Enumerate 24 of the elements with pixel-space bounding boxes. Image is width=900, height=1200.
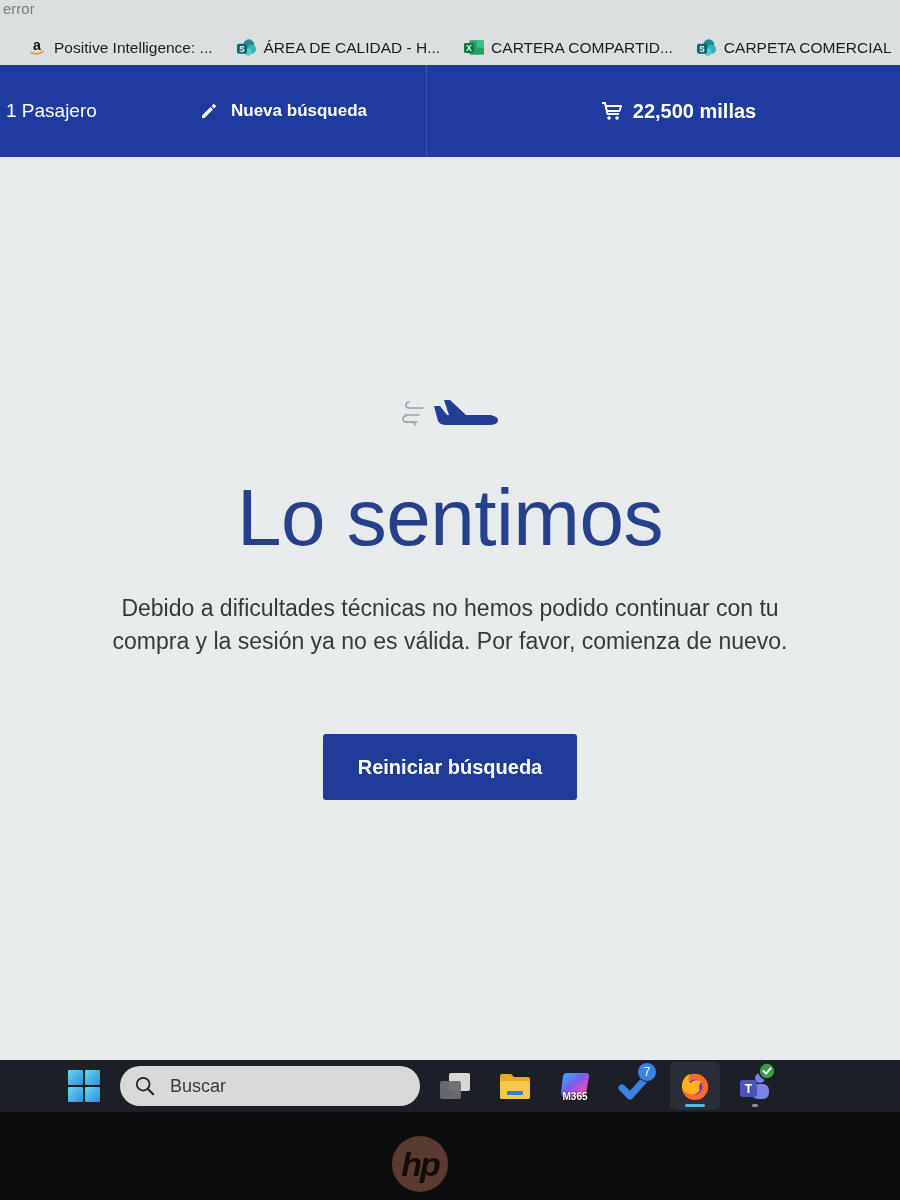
pencil-icon xyxy=(201,103,217,119)
cart-icon xyxy=(600,101,623,121)
error-message: Debido a dificultades técnicas no hemos podido continuar con tu compra y la sesión ya no es válida. Por favor, comienza de nuevo. xyxy=(111,594,789,656)
task-view-icon xyxy=(438,1071,472,1101)
taskbar-app-button[interactable]: T xyxy=(730,1062,780,1110)
taskbar-app-button[interactable]: M365 xyxy=(550,1062,600,1110)
taskbar-app-button[interactable]: 7 xyxy=(610,1062,660,1110)
laptop-logo: hp xyxy=(392,1136,448,1192)
search-icon xyxy=(135,1076,155,1096)
bookmark-link[interactable]: Positive Intelligence: ... xyxy=(54,38,213,57)
bookmark-link[interactable]: CARTERA COMPARTID... xyxy=(491,38,673,57)
tab-title: error xyxy=(3,1,35,17)
start-menu-icon[interactable] xyxy=(68,1070,100,1102)
new-search-button[interactable]: Nueva búsqueda xyxy=(201,101,368,121)
restart-search-button[interactable]: Reiniciar búsqueda xyxy=(323,734,577,800)
count-badge: 7 xyxy=(637,1062,657,1082)
error-heading: Lo sentimos xyxy=(237,478,663,558)
bookmark-link[interactable]: CARPETA COMERCIAL xyxy=(723,38,892,57)
taskbar-app-button[interactable] xyxy=(670,1062,720,1110)
cart-button[interactable]: 22,500 millas xyxy=(600,99,757,123)
folder-icon xyxy=(498,1071,532,1101)
passenger-count: 1 Pasajero xyxy=(5,100,97,122)
bookmark-link[interactable]: ÁREA DE CALIDAD - H... xyxy=(263,38,441,57)
search-field[interactable]: Buscar xyxy=(120,1066,420,1106)
